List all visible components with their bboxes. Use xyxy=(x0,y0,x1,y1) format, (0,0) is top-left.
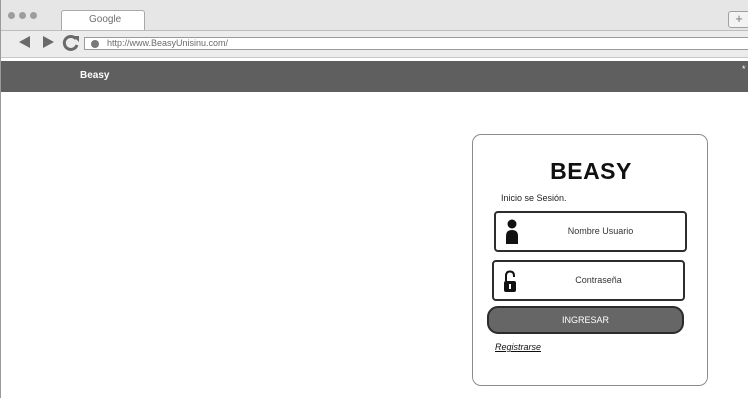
password-placeholder: Contraseña xyxy=(575,275,622,285)
close-window-icon[interactable] xyxy=(8,12,15,19)
reload-icon[interactable] xyxy=(62,34,80,57)
browser-window: Google + http://www.BeasyUnisinu.com/ Be… xyxy=(0,0,748,398)
address-bar[interactable]: http://www.BeasyUnisinu.com/ xyxy=(84,37,748,50)
login-subtitle: Inicio se Sesión. xyxy=(501,193,567,203)
back-icon[interactable] xyxy=(18,35,32,54)
url-text: http://www.BeasyUnisinu.com/ xyxy=(107,38,229,48)
browser-tab[interactable]: Google xyxy=(61,10,145,30)
login-title: BEASY xyxy=(550,158,632,184)
register-link[interactable]: Registrarse xyxy=(495,342,541,352)
login-card: BEASY Inicio se Sesión. Nombre Usuario C… xyxy=(472,134,708,386)
forward-icon[interactable] xyxy=(41,35,55,54)
app-header: Beasy * xyxy=(1,61,748,92)
window-controls xyxy=(8,12,37,19)
minimize-window-icon[interactable] xyxy=(19,12,26,19)
maximize-window-icon[interactable] xyxy=(30,12,37,19)
username-field[interactable]: Nombre Usuario xyxy=(494,211,687,252)
menu-icon[interactable]: * xyxy=(742,64,746,74)
browser-tab-title: Google xyxy=(89,14,122,25)
browser-navbar: http://www.BeasyUnisinu.com/ xyxy=(1,31,748,58)
browser-titlebar: Google + xyxy=(1,0,748,31)
new-tab-button[interactable]: + xyxy=(728,11,748,28)
username-placeholder: Nombre Usuario xyxy=(567,226,634,236)
site-info-icon[interactable] xyxy=(91,40,99,48)
login-button[interactable]: INGRESAR xyxy=(487,306,684,334)
brand-name[interactable]: Beasy xyxy=(80,70,109,81)
password-field[interactable]: Contraseña xyxy=(492,260,685,301)
